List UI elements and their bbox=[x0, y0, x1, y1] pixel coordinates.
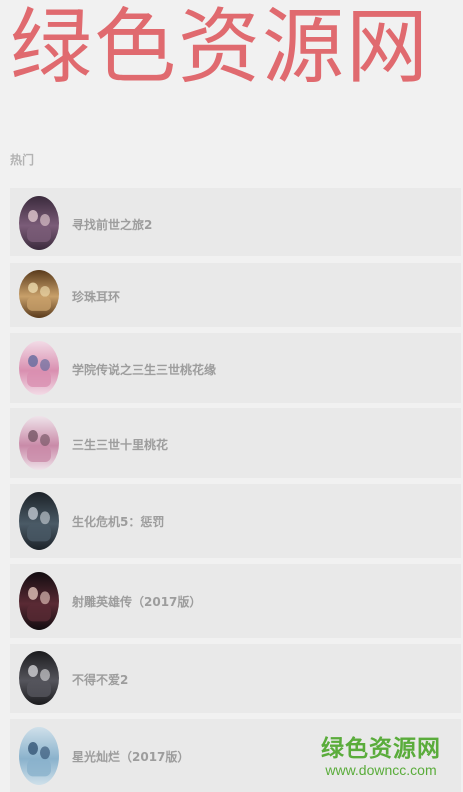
poster-thumbnail bbox=[19, 416, 59, 470]
list-item-title: 珍珠耳环 bbox=[72, 290, 121, 304]
list-item-title: 不得不爱2 bbox=[72, 673, 129, 687]
poster-thumbnail bbox=[19, 341, 59, 395]
list-item[interactable]: 射雕英雄传（2017版） bbox=[10, 564, 461, 638]
poster-thumbnail bbox=[19, 270, 59, 318]
watermark: 绿色资源网 www.downcc.com bbox=[321, 736, 441, 778]
list-item[interactable]: 不得不爱2 bbox=[10, 644, 461, 713]
list-item[interactable]: 学院传说之三生三世桃花缘 bbox=[10, 333, 461, 403]
section-title-hot: 热门 bbox=[10, 153, 35, 167]
list-item[interactable]: 三生三世十里桃花 bbox=[10, 408, 461, 478]
list-item-title: 寻找前世之旅2 bbox=[72, 218, 153, 232]
list-item-title: 学院传说之三生三世桃花缘 bbox=[72, 363, 217, 377]
watermark-title: 绿色资源网 bbox=[321, 736, 441, 762]
poster-thumbnail bbox=[19, 727, 59, 785]
poster-thumbnail bbox=[19, 651, 59, 705]
list-item-title: 生化危机5：惩罚 bbox=[72, 515, 165, 529]
poster-thumbnail bbox=[19, 196, 59, 250]
watermark-url: www.downcc.com bbox=[325, 762, 437, 778]
list-item-title: 射雕英雄传（2017版） bbox=[72, 595, 202, 609]
list-item[interactable]: 生化危机5：惩罚 bbox=[10, 484, 461, 558]
list-item[interactable]: 珍珠耳环 bbox=[10, 263, 461, 327]
poster-thumbnail bbox=[19, 572, 59, 630]
site-logo-text: 绿色资源网 bbox=[10, 0, 431, 95]
list-item[interactable]: 寻找前世之旅2 bbox=[10, 188, 461, 256]
list-item-title: 三生三世十里桃花 bbox=[72, 438, 169, 452]
list-item-title: 星光灿烂（2017版） bbox=[72, 750, 190, 764]
poster-thumbnail bbox=[19, 492, 59, 550]
